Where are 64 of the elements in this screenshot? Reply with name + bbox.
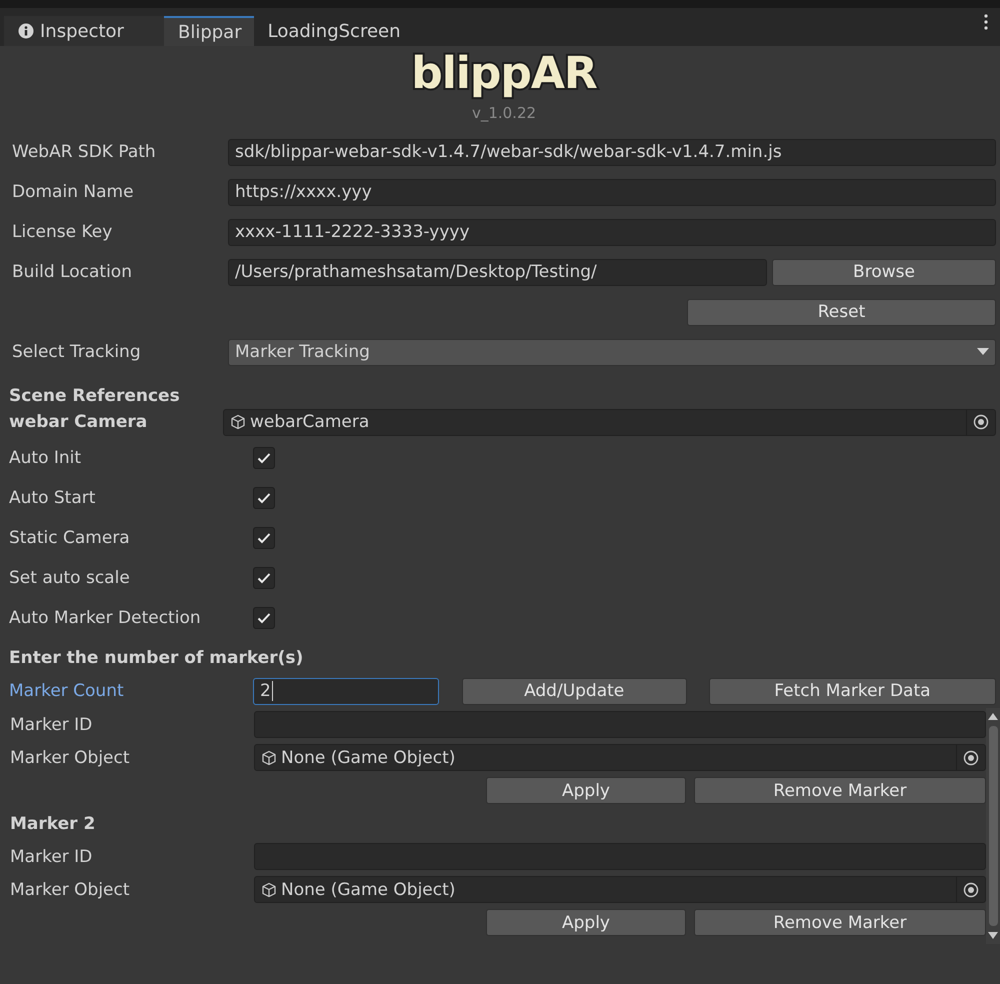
more-menu-icon[interactable] (984, 14, 988, 30)
apply-button[interactable]: Apply (486, 777, 686, 804)
fetch-data-button[interactable]: Fetch Marker Data (708, 678, 996, 704)
checkbox-label: Set auto scale (9, 568, 131, 588)
version-label: v_1.0.22 (472, 104, 536, 122)
checkbox[interactable] (253, 447, 275, 469)
checkmark-icon (257, 532, 271, 544)
checkbox[interactable] (253, 567, 275, 589)
section-heading: Enter the number of marker(s) (9, 648, 304, 668)
field-label: Marker ID (10, 846, 94, 866)
text-field[interactable] (254, 843, 986, 870)
checkmark-icon (257, 452, 271, 464)
checkmark-icon (257, 612, 271, 624)
checkbox-label: Auto Init (9, 448, 82, 468)
text-field[interactable]: https://xxxx.yyy (228, 178, 996, 206)
object-field[interactable]: None (Game Object) (254, 876, 986, 903)
checkbox[interactable] (253, 487, 275, 509)
object-picker-icon[interactable] (963, 882, 979, 898)
add-update-button[interactable]: Add/Update (462, 678, 687, 704)
reset-button[interactable]: Reset (687, 298, 996, 326)
dropdown-arrow-icon (977, 348, 989, 356)
checkmark-icon (257, 572, 271, 584)
text-field[interactable]: xxxx-1111-2222-3333-yyyy (228, 218, 996, 246)
object-field[interactable]: webarCamera (223, 408, 996, 436)
object-field[interactable]: None (Game Object) (254, 744, 986, 771)
remove-button[interactable]: Remove Marker (694, 909, 986, 936)
marker-heading: Marker 2 (10, 814, 96, 834)
field-label: License Key (11, 222, 114, 242)
object-picker-icon[interactable] (973, 414, 989, 430)
scrollbar[interactable] (986, 708, 1000, 944)
tab[interactable]: Blippar (164, 16, 254, 46)
remove-button[interactable]: Remove Marker (694, 777, 986, 804)
field-label: WebAR SDK Path (11, 142, 157, 162)
field-label: Marker Object (10, 880, 131, 900)
cube-icon (261, 882, 277, 898)
field-label: Select Tracking (11, 342, 142, 362)
field-label: Marker Count (9, 681, 125, 701)
cube-icon (230, 414, 246, 430)
checkmark-icon (257, 492, 271, 504)
field-label: Marker Object (10, 748, 131, 768)
field-label: webar Camera (9, 412, 148, 432)
checkbox-label: Auto Start (9, 488, 96, 508)
tracking-dropdown[interactable]: Marker Tracking (228, 338, 996, 366)
checkbox[interactable] (253, 527, 275, 549)
text-field[interactable] (254, 711, 986, 738)
section-heading: Scene References (9, 386, 180, 406)
browse-button[interactable]: Browse (772, 258, 996, 286)
checkbox-label: Auto Marker Detection (9, 608, 202, 628)
scroll-down-icon[interactable] (988, 932, 998, 940)
scroll-up-icon[interactable] (988, 712, 998, 720)
cube-icon (261, 750, 277, 766)
apply-button[interactable]: Apply (486, 909, 686, 936)
field-label: Domain Name (11, 182, 135, 202)
field-label: Build Location (11, 262, 133, 282)
text-field[interactable]: sdk/blippar-webar-sdk-v1.4.7/webar-sdk/webar-sdk-v1.4.7.min.js (228, 138, 996, 166)
logo: blippAR (411, 48, 597, 100)
checkbox-label: Static Camera (9, 528, 131, 548)
field-label: Marker ID (10, 714, 94, 734)
info-icon (18, 23, 34, 39)
tab[interactable]: Inspector (4, 16, 164, 46)
text-field[interactable]: /Users/prathameshsatam/Desktop/Testing/ (228, 258, 767, 286)
object-picker-icon[interactable] (963, 750, 979, 766)
count-field[interactable]: 2 (253, 678, 438, 704)
checkbox[interactable] (253, 607, 275, 629)
